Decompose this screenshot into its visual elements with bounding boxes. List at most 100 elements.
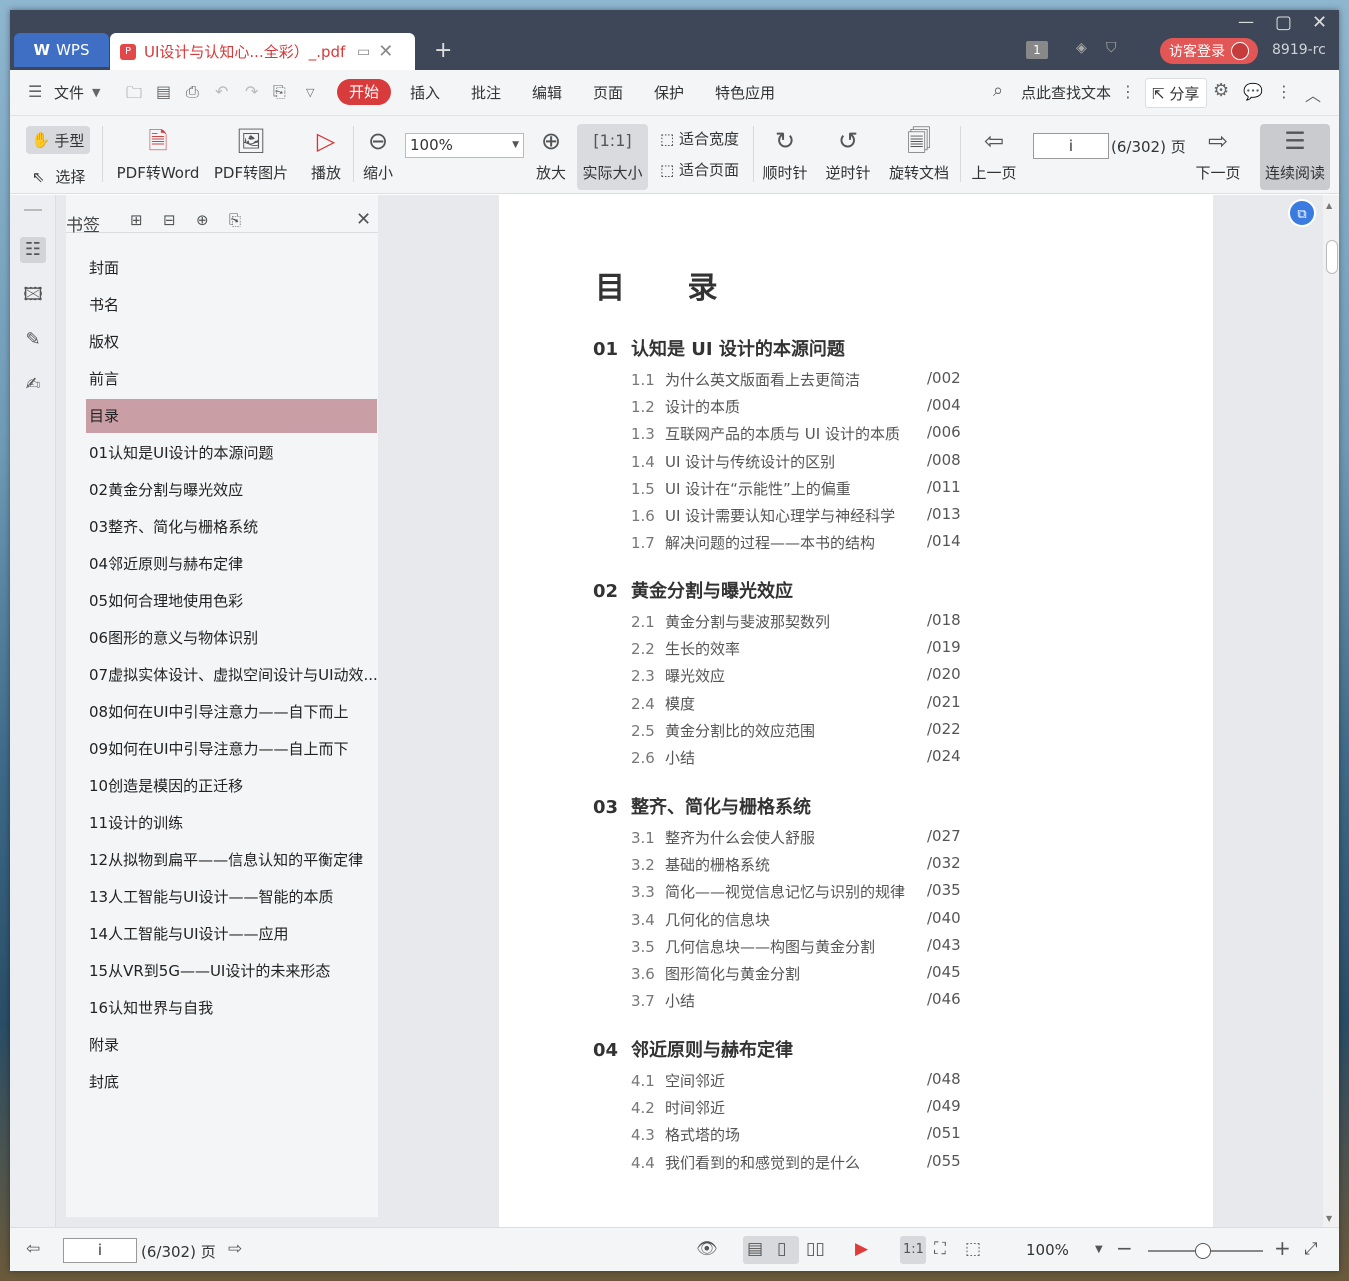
close-panel-icon[interactable]: ✕ bbox=[356, 209, 371, 230]
rotate-clockwise-button[interactable]: ↻ 顺时针 bbox=[762, 124, 808, 183]
file-menu[interactable]: 文件 bbox=[54, 82, 84, 103]
floating-tool-icon[interactable]: ⧉ bbox=[1288, 199, 1316, 227]
collapse-ribbon-icon[interactable]: ︿ bbox=[1305, 82, 1321, 106]
skin-icon[interactable]: ◈ bbox=[1076, 40, 1087, 56]
bookmark-item[interactable]: ▶05如何合理地使用色彩 bbox=[86, 584, 377, 618]
rotate-counterclockwise-button[interactable]: ↺ 逆时针 bbox=[825, 124, 871, 183]
fit-width-icon[interactable]: ⬚ bbox=[965, 1239, 981, 1259]
toc-chapter-heading[interactable]: 04 邻近原则与赫布定律 bbox=[593, 1036, 793, 1062]
play-button[interactable]: ▷ 播放 bbox=[306, 124, 346, 183]
tab-preview-icon[interactable]: ▭ bbox=[357, 44, 370, 60]
zoom-in-icon[interactable]: + bbox=[1274, 1236, 1291, 1260]
next-page-button[interactable]: ⇨ 下一页 bbox=[1194, 124, 1242, 183]
toc-entry[interactable]: 2.5 黄金分割比的效应范围 bbox=[631, 720, 815, 741]
search-text-button[interactable]: 点此查找文本 bbox=[1021, 82, 1111, 103]
toc-entry[interactable]: 1.4 UI 设计与传统设计的区别 bbox=[631, 451, 835, 472]
toc-chapter-heading[interactable]: 01 认知是 UI 设计的本源问题 bbox=[593, 335, 845, 361]
bookmark-item[interactable]: 封底 bbox=[86, 1065, 377, 1099]
prev-page-icon[interactable]: ⇦ bbox=[26, 1239, 40, 1259]
quick-access-dropdown-icon[interactable]: ▽ bbox=[306, 86, 314, 99]
guest-login-button[interactable]: 访客登录 bbox=[1160, 38, 1258, 64]
bookmark-item[interactable]: ▶02黄金分割与曝光效应 bbox=[86, 473, 377, 507]
bookmark-item[interactable]: ▶11设计的训练 bbox=[86, 806, 377, 840]
minimize-icon[interactable]: — bbox=[1238, 12, 1254, 31]
pdf-to-image-button[interactable]: 🖼 PDF转图片 bbox=[213, 124, 289, 183]
bookmark-item[interactable]: 附录 bbox=[86, 1028, 377, 1062]
toc-entry[interactable]: 4.4 我们看到的和感觉到的是什么 bbox=[631, 1152, 860, 1173]
zoom-select[interactable]: 100% ▼ bbox=[405, 133, 524, 158]
more-vertical-icon[interactable]: ⋮ bbox=[1276, 82, 1292, 101]
toc-entry[interactable]: 1.2 设计的本质 bbox=[631, 396, 740, 417]
tab-page[interactable]: 页面 bbox=[593, 82, 623, 103]
bookmark-item[interactable]: ▶14人工智能与UI设计——应用 bbox=[86, 917, 377, 951]
new-tab-button[interactable]: + bbox=[434, 38, 452, 63]
settings-gear-icon[interactable]: ⚙ bbox=[1213, 80, 1229, 101]
bookmark-item[interactable]: ▶04邻近原则与赫布定律 bbox=[86, 547, 377, 581]
continuous-read-button[interactable]: ☰ 连续阅读 bbox=[1260, 124, 1330, 183]
bookmark-item[interactable]: ▶16认知世界与自我 bbox=[86, 991, 377, 1025]
bookmark-icon[interactable]: ⎘ bbox=[229, 211, 241, 229]
toc-entry[interactable]: 2.6 小结 bbox=[631, 747, 695, 768]
toc-entry[interactable]: 1.3 互联网产品的本质与 UI 设计的本质 bbox=[631, 423, 900, 444]
search-icon[interactable]: ⌕ bbox=[993, 80, 1003, 101]
toc-entry[interactable]: 3.2 基础的栅格系统 bbox=[631, 854, 770, 875]
redo-icon[interactable]: ↷ bbox=[245, 82, 258, 101]
thumbnail-image-icon[interactable]: 🖾 bbox=[20, 282, 46, 308]
share-button[interactable]: ⇱ 分享 bbox=[1145, 78, 1207, 108]
hamburger-menu-icon[interactable]: ☰ bbox=[28, 82, 42, 101]
theme-shirt-icon[interactable]: ⛉ bbox=[1106, 40, 1117, 56]
select-tool-button[interactable]: ⇖ 选择 bbox=[32, 166, 85, 187]
tab-special-apps[interactable]: 特色应用 bbox=[715, 82, 775, 103]
scrollbar-thumb[interactable] bbox=[1326, 240, 1338, 274]
toc-entry[interactable]: 3.1 整齐为什么会使人舒服 bbox=[631, 827, 815, 848]
fit-width-button[interactable]: ⬚ 适合宽度 bbox=[660, 128, 739, 149]
bookmark-item[interactable]: ▶13人工智能与UI设计——智能的本质 bbox=[86, 880, 377, 914]
tab-edit[interactable]: 编辑 bbox=[532, 82, 562, 103]
toc-entry[interactable]: 3.3 简化——视觉信息记忆与识别的规律 bbox=[631, 881, 905, 902]
two-page-icon[interactable]: ▯▯ bbox=[806, 1239, 825, 1259]
toc-entry[interactable]: 1.1 为什么英文版面看上去更简洁 bbox=[631, 369, 860, 390]
bookmark-item[interactable]: ▶03整齐、简化与栅格系统 bbox=[86, 510, 377, 544]
signature-icon[interactable]: ✍ bbox=[20, 372, 46, 398]
toc-chapter-heading[interactable]: 03 整齐、简化与栅格系统 bbox=[593, 793, 811, 819]
bookmark-item[interactable]: 前言 bbox=[86, 362, 377, 396]
bookmark-item[interactable]: 目录 bbox=[86, 399, 377, 433]
document-viewer[interactable]: 目 录 01 认知是 UI 设计的本源问题 1.1 为什么英文版面看上去更简洁/002… bbox=[400, 195, 1323, 1227]
prev-page-button[interactable]: ⇦ 上一页 bbox=[970, 124, 1018, 183]
single-page-icon[interactable]: ▯ bbox=[777, 1239, 786, 1259]
scroll-down-icon[interactable]: ▼ bbox=[1326, 1214, 1332, 1223]
vertical-scrollbar[interactable]: ▲ ▼ bbox=[1323, 195, 1339, 1227]
toc-chapter-heading[interactable]: 02 黄金分割与曝光效应 bbox=[593, 577, 793, 603]
undo-icon[interactable]: ↶ bbox=[215, 82, 228, 101]
toc-entry[interactable]: 1.7 解决问题的过程——本书的结构 bbox=[631, 532, 875, 553]
wps-home-tab[interactable]: W WPS bbox=[14, 33, 109, 67]
tab-annotate[interactable]: 批注 bbox=[471, 82, 501, 103]
bookmark-item[interactable]: ▶01认知是UI设计的本源问题 bbox=[86, 436, 377, 470]
window-count-badge[interactable]: 1 bbox=[1026, 41, 1048, 59]
tab-insert[interactable]: 插入 bbox=[410, 82, 440, 103]
toc-entry[interactable]: 2.1 黄金分割与斐波那契数列 bbox=[631, 611, 830, 632]
bookmark-item[interactable]: ▶09如何在UI中引导注意力——自上而下 bbox=[86, 732, 377, 766]
toc-entry[interactable]: 3.5 几何信息块——构图与黄金分割 bbox=[631, 936, 875, 957]
pdf-to-word-button[interactable]: 🗎 PDF转Word bbox=[114, 124, 202, 183]
bookmark-panel-icon[interactable]: ☷ bbox=[20, 237, 46, 263]
toc-entry[interactable]: 1.5 UI 设计在“示能性”上的偏重 bbox=[631, 478, 851, 499]
tab-start[interactable]: 开始 bbox=[337, 79, 391, 105]
zoom-slider-knob[interactable] bbox=[1195, 1243, 1211, 1259]
document-tab[interactable]: P UI设计与认知心...全彩）_.pdf ▭ ✕ bbox=[110, 33, 415, 70]
toc-entry[interactable]: 1.6 UI 设计需要认知心理学与神经科学 bbox=[631, 505, 895, 526]
comment-icon[interactable]: 💬 bbox=[1243, 82, 1263, 101]
bookmark-item[interactable]: 书名 bbox=[86, 288, 377, 322]
eye-protection-icon[interactable]: 👁 bbox=[696, 1239, 718, 1259]
tab-close-icon[interactable]: ✕ bbox=[378, 41, 393, 62]
annotation-pen-icon[interactable]: ✎ bbox=[20, 327, 46, 353]
bookmark-item[interactable]: 版权 bbox=[86, 325, 377, 359]
toc-entry[interactable]: 4.3 格式塔的场 bbox=[631, 1124, 740, 1145]
bookmark-item[interactable]: ▶10创造是模因的正迁移 bbox=[86, 769, 377, 803]
close-window-icon[interactable]: ✕ bbox=[1312, 12, 1327, 33]
toc-entry[interactable]: 2.2 生长的效率 bbox=[631, 638, 740, 659]
bookmark-item[interactable]: ▶15从VR到5G——UI设计的未来形态 bbox=[86, 954, 377, 988]
save-icon[interactable]: ▤ bbox=[156, 82, 171, 101]
next-page-icon[interactable]: ⇨ bbox=[228, 1239, 242, 1259]
fit-page-icon[interactable]: ⛶ bbox=[934, 1239, 946, 1259]
